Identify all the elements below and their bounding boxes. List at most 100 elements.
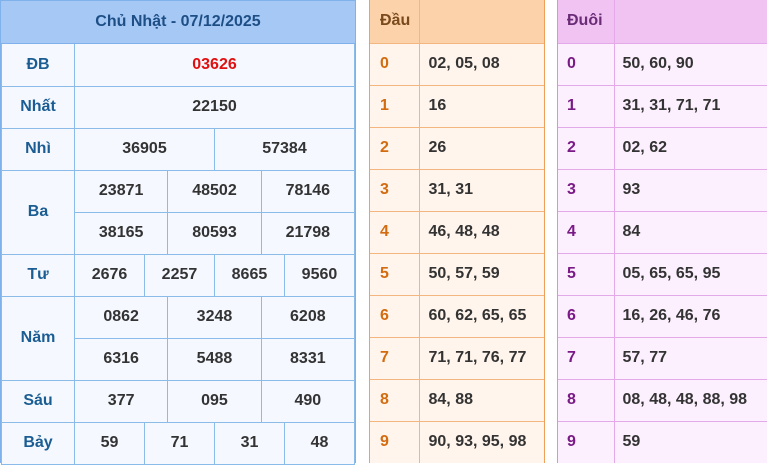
prize-value: 0862 xyxy=(73,295,169,339)
prize-value: 6316 xyxy=(73,337,169,381)
prize-value: 36905 xyxy=(74,127,215,171)
prize-label-bay: Bảy xyxy=(1,421,75,465)
prize-label-nhat: Nhất xyxy=(1,85,75,129)
tail-row: 7 57, 77 xyxy=(558,336,767,379)
head-digit: 6 xyxy=(370,294,420,337)
prize-value: 48502 xyxy=(167,169,262,213)
tail-numbers: 05, 65, 65, 95 xyxy=(614,252,767,295)
tail-row: 2 02, 62 xyxy=(558,126,767,169)
results-table: Chủ Nhật - 07/12/2025 ĐB 03626 Nhất 2215… xyxy=(0,0,356,465)
head-numbers: 84, 88 xyxy=(419,378,544,421)
head-digit: 0 xyxy=(370,42,420,85)
head-digit: 8 xyxy=(370,378,420,421)
prize-row-bay: Bảy 59 71 31 48 xyxy=(1,421,356,465)
tail-row: 8 08, 48, 48, 88, 98 xyxy=(558,378,767,421)
head-digit: 9 xyxy=(370,420,420,463)
head-row: 9 90, 93, 95, 98 xyxy=(370,420,544,463)
tail-numbers: 16, 26, 46, 76 xyxy=(614,294,767,337)
prize-value-db: 03626 xyxy=(74,44,355,87)
tail-title: Đuôi xyxy=(558,0,615,43)
tail-digit: 2 xyxy=(558,126,615,169)
prize-row-nhat: Nhất 22150 xyxy=(1,85,355,129)
prize-value: 21798 xyxy=(260,211,356,255)
tail-loto-table: Đuôi 0 50, 60, 90 1 31, 31, 71, 71 2 02, 62 3 9… xyxy=(557,0,767,463)
tail-numbers: 08, 48, 48, 88, 98 xyxy=(614,378,767,421)
head-row: 0 02, 05, 08 xyxy=(370,42,544,85)
tail-grid: Đuôi 0 50, 60, 90 1 31, 31, 71, 71 2 02, 62 3 9… xyxy=(558,0,767,463)
tail-numbers: 50, 60, 90 xyxy=(614,42,767,85)
prize-value: 6208 xyxy=(260,295,356,339)
prize-value: 38165 xyxy=(73,211,169,255)
head-numbers: 90, 93, 95, 98 xyxy=(419,420,544,463)
prize-value: 71 xyxy=(143,421,215,465)
tail-row: 6 16, 26, 46, 76 xyxy=(558,294,767,337)
prize-value: 2257 xyxy=(143,253,215,297)
tail-digit: 9 xyxy=(558,420,615,463)
prize-value: 8665 xyxy=(213,253,285,297)
prize-row-nam: Năm 0862 3248 6208 xyxy=(1,295,356,381)
prize-value: 8331 xyxy=(260,337,356,381)
head-digit: 1 xyxy=(370,84,420,127)
head-row: 6 60, 62, 65, 65 xyxy=(370,294,544,337)
tail-numbers: 93 xyxy=(614,168,767,211)
prize-grid: ĐB 03626 Nhất 22150 Nhì 36905 57384 Ba 2… xyxy=(1,44,356,465)
head-numbers: 60, 62, 65, 65 xyxy=(419,294,544,337)
prize-label-nam: Năm xyxy=(1,295,75,381)
prize-row-nhi: Nhì 36905 57384 xyxy=(1,127,356,171)
prize-value: 490 xyxy=(260,379,356,423)
tail-digit: 3 xyxy=(558,168,615,211)
prize-value: 78146 xyxy=(260,169,356,213)
head-loto-table: Đầu 0 02, 05, 08 1 16 2 26 3 31, 31 4 46, 48, 48 5… xyxy=(369,0,545,463)
tail-digit: 7 xyxy=(558,336,615,379)
prize-row-ba: Ba 23871 48502 78146 xyxy=(1,169,356,255)
tail-row: 0 50, 60, 90 xyxy=(558,42,767,85)
prize-value: 48 xyxy=(283,421,356,465)
tail-digit: 4 xyxy=(558,210,615,253)
head-row: 2 26 xyxy=(370,126,544,169)
tail-row: 3 93 xyxy=(558,168,767,211)
head-title: Đầu xyxy=(370,0,420,43)
head-numbers: 50, 57, 59 xyxy=(419,252,544,295)
tail-numbers: 31, 31, 71, 71 xyxy=(614,84,767,127)
results-title: Chủ Nhật - 07/12/2025 xyxy=(1,1,355,44)
prize-label-tu: Tư xyxy=(1,253,75,297)
tail-numbers: 84 xyxy=(614,210,767,253)
tail-header-blank xyxy=(614,0,767,43)
prize-value: 3248 xyxy=(167,295,262,339)
head-digit: 4 xyxy=(370,210,420,253)
prize-value: 57384 xyxy=(213,127,356,171)
head-row: 3 31, 31 xyxy=(370,168,544,211)
prize-value: 9560 xyxy=(283,253,356,297)
head-header-row: Đầu xyxy=(370,0,544,43)
tail-digit: 1 xyxy=(558,84,615,127)
head-numbers: 26 xyxy=(419,126,544,169)
prize-value: 2676 xyxy=(74,253,145,297)
tail-numbers: 02, 62 xyxy=(614,126,767,169)
prize-label-ba: Ba xyxy=(1,169,75,255)
head-row: 5 50, 57, 59 xyxy=(370,252,544,295)
prize-value: 59 xyxy=(74,421,145,465)
prize-value: 23871 xyxy=(73,169,169,213)
prize-value: 80593 xyxy=(167,211,262,255)
tail-digit: 5 xyxy=(558,252,615,295)
tail-digit: 6 xyxy=(558,294,615,337)
prize-value-nhat: 22150 xyxy=(74,85,355,129)
tail-digit: 8 xyxy=(558,378,615,421)
prize-value: 377 xyxy=(73,379,169,423)
prize-row-tu: Tư 2676 2257 8665 9560 xyxy=(1,253,356,297)
tail-header-row: Đuôi xyxy=(558,0,767,43)
head-numbers: 31, 31 xyxy=(419,168,544,211)
tail-numbers: 57, 77 xyxy=(614,336,767,379)
prize-value: 5488 xyxy=(167,337,262,381)
head-numbers: 02, 05, 08 xyxy=(419,42,544,85)
tail-row: 5 05, 65, 65, 95 xyxy=(558,252,767,295)
tail-row: 1 31, 31, 71, 71 xyxy=(558,84,767,127)
tail-row: 9 59 xyxy=(558,420,767,463)
head-row: 7 71, 71, 76, 77 xyxy=(370,336,544,379)
head-digit: 5 xyxy=(370,252,420,295)
prize-value: 31 xyxy=(213,421,285,465)
head-numbers: 16 xyxy=(419,84,544,127)
head-grid: Đầu 0 02, 05, 08 1 16 2 26 3 31, 31 4 46, 48, 48 5… xyxy=(370,0,544,463)
tail-numbers: 59 xyxy=(614,420,767,463)
prize-label-db: ĐB xyxy=(1,44,75,87)
